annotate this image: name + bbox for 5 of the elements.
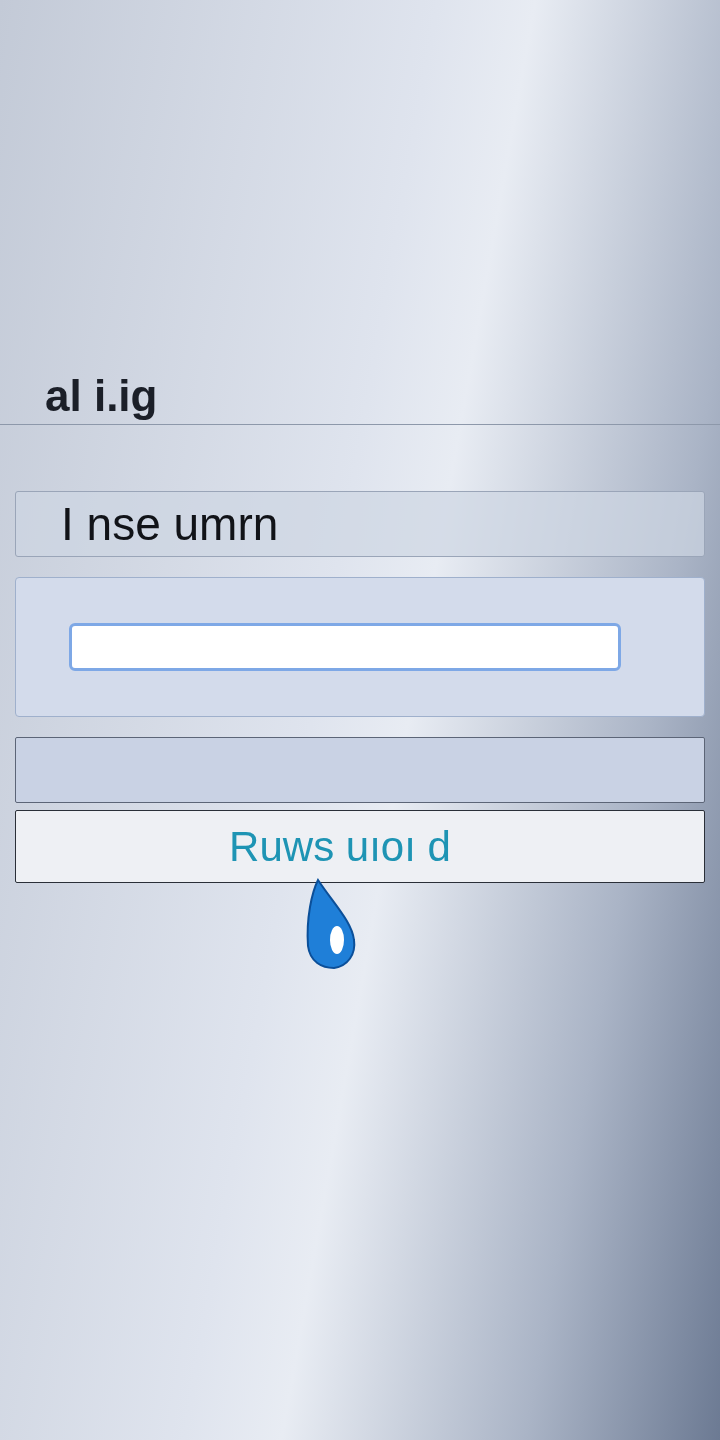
blank-field[interactable]: [15, 737, 705, 803]
name-field[interactable]: I nse umrn: [15, 491, 705, 557]
input-field[interactable]: [69, 623, 621, 671]
page-title: al i.ig: [45, 370, 158, 422]
pointer-icon: [304, 878, 358, 970]
